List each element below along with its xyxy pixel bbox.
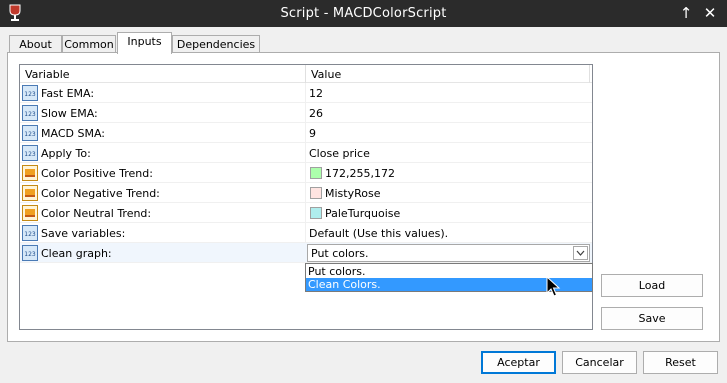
mouse-pointer-icon bbox=[546, 276, 561, 297]
variable-name: Fast EMA: bbox=[41, 87, 95, 100]
close-window-icon[interactable]: ✕ bbox=[700, 3, 720, 23]
numeric-123-icon: 123 bbox=[22, 225, 38, 241]
numeric-123-icon: 123 bbox=[22, 145, 38, 161]
color-swatch[interactable] bbox=[310, 207, 322, 219]
variable-name: Color Neutral Trend: bbox=[41, 207, 152, 220]
grid-row-fast-ema[interactable]: 123 Fast EMA: 12 bbox=[20, 83, 592, 103]
variable-name: Slow EMA: bbox=[41, 107, 98, 120]
load-button-label: Load bbox=[638, 279, 666, 292]
color-palette-icon bbox=[22, 185, 38, 201]
numeric-123-icon: 123 bbox=[22, 245, 38, 261]
accept-button[interactable]: Aceptar bbox=[481, 351, 556, 374]
grid-row-save-variables[interactable]: 123 Save variables: Default (Use this va… bbox=[20, 223, 592, 243]
clean-graph-combobox[interactable]: Put colors. bbox=[307, 244, 590, 262]
grid-row-color-negative-trend[interactable]: Color Negative Trend: MistyRose bbox=[20, 183, 592, 203]
variable-name: Save variables: bbox=[41, 227, 126, 240]
save-button-label: Save bbox=[638, 312, 666, 325]
variable-value[interactable]: Default (Use this values). bbox=[309, 227, 448, 240]
pin-window-icon[interactable]: ↑ bbox=[676, 3, 696, 23]
variable-name: Apply To: bbox=[41, 147, 91, 160]
variable-name: Clean graph: bbox=[41, 247, 112, 260]
row-divider bbox=[305, 163, 306, 183]
row-divider bbox=[305, 143, 306, 163]
load-button[interactable]: Load bbox=[601, 274, 703, 297]
svg-text:123: 123 bbox=[24, 91, 36, 98]
row-divider bbox=[305, 103, 306, 123]
variable-value[interactable]: 26 bbox=[309, 107, 323, 120]
color-palette-icon bbox=[22, 205, 38, 221]
grid-row-slow-ema[interactable]: 123 Slow EMA: 26 bbox=[20, 103, 592, 123]
color-swatch[interactable] bbox=[310, 187, 322, 199]
variable-name: Color Negative Trend: bbox=[41, 187, 160, 200]
grid-header: Variable Value bbox=[20, 65, 592, 83]
variable-value[interactable]: Close price bbox=[309, 147, 370, 160]
svg-text:123: 123 bbox=[24, 111, 36, 118]
save-button[interactable]: Save bbox=[601, 307, 703, 330]
svg-text:123: 123 bbox=[24, 251, 36, 258]
svg-text:123: 123 bbox=[24, 151, 36, 158]
cancel-button[interactable]: Cancelar bbox=[562, 351, 637, 374]
variable-value[interactable]: MistyRose bbox=[325, 187, 380, 200]
dropdown-button[interactable] bbox=[573, 246, 588, 260]
row-divider bbox=[305, 83, 306, 103]
numeric-123-icon: 123 bbox=[22, 125, 38, 141]
column-divider[interactable] bbox=[305, 65, 306, 83]
variable-value[interactable]: 172,255,172 bbox=[325, 167, 395, 180]
grid-row-clean-graph[interactable]: 123 Clean graph: Put colors. bbox=[20, 243, 592, 263]
tab-inputs[interactable]: Inputs bbox=[117, 32, 172, 54]
color-swatch[interactable] bbox=[310, 167, 322, 179]
variable-name: MACD SMA: bbox=[41, 127, 105, 140]
column-header-variable[interactable]: Variable bbox=[25, 68, 70, 81]
row-divider bbox=[305, 123, 306, 143]
column-divider[interactable] bbox=[589, 65, 590, 83]
row-divider bbox=[305, 223, 306, 243]
color-palette-icon bbox=[22, 165, 38, 181]
row-divider bbox=[305, 203, 306, 223]
variable-value[interactable]: 12 bbox=[309, 87, 323, 100]
svg-text:123: 123 bbox=[24, 131, 36, 138]
svg-text:123: 123 bbox=[24, 231, 36, 238]
numeric-123-icon: 123 bbox=[22, 85, 38, 101]
numeric-123-icon: 123 bbox=[22, 105, 38, 121]
grid-row-color-neutral-trend[interactable]: Color Neutral Trend: PaleTurquoise bbox=[20, 203, 592, 223]
combobox-value: Put colors. bbox=[311, 247, 369, 260]
reset-button[interactable]: Reset bbox=[643, 351, 718, 374]
variable-name: Color Positive Trend: bbox=[41, 167, 153, 180]
grid-row-color-positive-trend[interactable]: Color Positive Trend: 172,255,172 bbox=[20, 163, 592, 183]
grid-row-apply-to[interactable]: 123 Apply To: Close price bbox=[20, 143, 592, 163]
chevron-down-icon bbox=[576, 250, 585, 256]
variable-value[interactable]: 9 bbox=[309, 127, 316, 140]
column-header-value[interactable]: Value bbox=[311, 68, 341, 81]
variable-value[interactable]: PaleTurquoise bbox=[325, 207, 400, 220]
window-title: Script - MACDColorScript bbox=[280, 6, 447, 21]
grid-row-macd-sma[interactable]: 123 MACD SMA: 9 bbox=[20, 123, 592, 143]
row-divider bbox=[305, 183, 306, 203]
title-bar: Script - MACDColorScript ↑ ✕ bbox=[0, 0, 727, 27]
